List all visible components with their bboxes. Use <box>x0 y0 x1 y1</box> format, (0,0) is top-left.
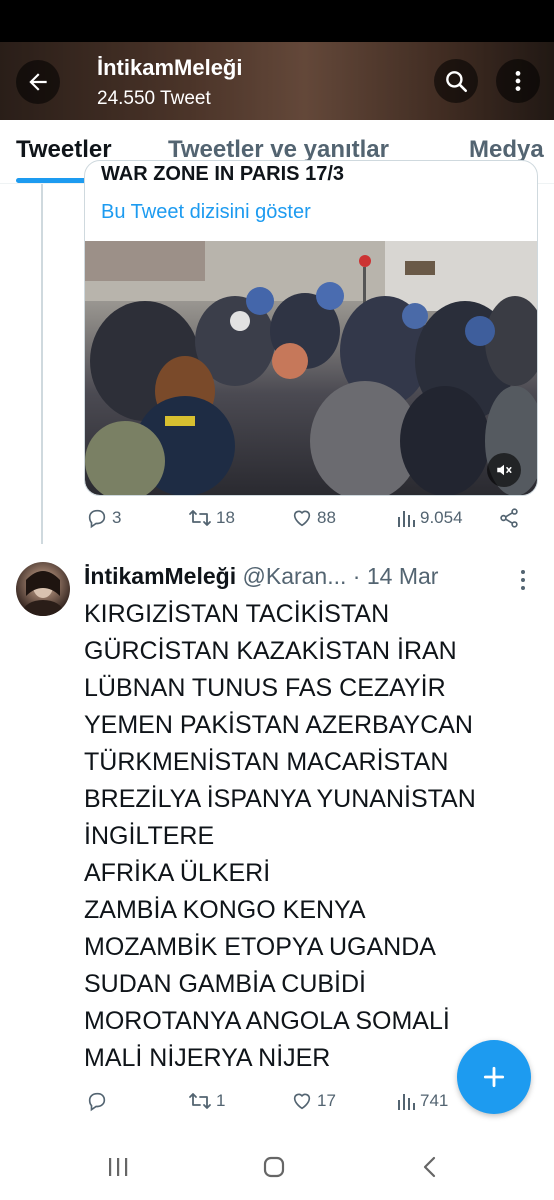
arrow-left-icon <box>29 73 47 91</box>
status-bar <box>0 0 554 42</box>
chevron-left-icon <box>423 1156 436 1178</box>
share-icon <box>500 508 518 528</box>
tweet-count: 24.550 Tweet <box>97 88 211 109</box>
tweet-author-name[interactable]: İntikamMeleği <box>84 563 236 589</box>
plus-icon <box>483 1066 505 1088</box>
tweet-date[interactable]: · 14 Mar <box>353 563 439 589</box>
heart-icon <box>293 1093 311 1110</box>
like-count: 88 <box>317 508 336 527</box>
views-button[interactable]: 741 <box>396 1090 448 1112</box>
more-vertical-icon <box>515 71 521 91</box>
like-count: 17 <box>317 1091 336 1110</box>
like-button[interactable]: 88 <box>291 507 336 529</box>
video-thumbnail <box>85 241 537 495</box>
retweet-button[interactable]: 1 <box>188 1090 225 1112</box>
back-button[interactable] <box>16 60 60 104</box>
retweet-icon <box>189 1093 211 1109</box>
retweet-icon <box>189 510 211 526</box>
tweet-text-line: SUDAN GAMBİA CUBİDİ <box>84 970 366 998</box>
tweet-text-line: ZAMBİA KONGO KENYA <box>84 896 366 924</box>
mute-button[interactable] <box>487 453 521 487</box>
quoted-tweet-text: WAR ZONE IN PARIS 17/3 <box>101 163 345 185</box>
search-icon <box>446 71 468 93</box>
tweet-author-handle[interactable]: @Karan... <box>243 563 347 589</box>
tweet-text-line: İNGİLTERE <box>84 822 215 850</box>
view-count: 9.054 <box>420 508 463 527</box>
avatar-image <box>23 571 63 616</box>
reply-icon <box>88 509 106 529</box>
like-button[interactable]: 17 <box>291 1090 336 1112</box>
tweet-text-line: BREZİLYA İSPANYA YUNANİSTAN <box>84 785 476 813</box>
system-navigation-bar <box>0 1130 554 1200</box>
profile-header: İntikamMeleği 24.550 Tweet <box>0 42 554 120</box>
home-icon <box>263 1156 285 1178</box>
profile-name: İntikamMeleği <box>97 55 243 80</box>
recent-apps-icon <box>109 1158 128 1176</box>
heart-icon <box>293 510 311 527</box>
show-thread-link[interactable]: Bu Tweet dizisini göster <box>101 201 311 224</box>
more-options-button[interactable] <box>496 59 540 103</box>
views-chart-icon <box>398 1094 415 1110</box>
reply-count: 3 <box>112 508 122 527</box>
tweet-text-line: MOROTANYA ANGOLA SOMALİ <box>84 1007 450 1035</box>
compose-tweet-button[interactable] <box>457 1040 531 1114</box>
tweet-text-line: GÜRCİSTAN KAZAKİSTAN İRAN <box>84 637 457 665</box>
retweet-count: 18 <box>216 508 235 527</box>
share-button[interactable] <box>498 507 520 529</box>
thread-connector-line <box>41 184 43 544</box>
tweet-text-line: YEMEN PAKİSTAN AZERBAYCAN <box>84 711 473 739</box>
views-chart-icon <box>398 511 415 527</box>
recent-apps-button[interactable] <box>98 1152 138 1182</box>
retweet-count: 1 <box>216 1091 226 1110</box>
view-count: 741 <box>420 1091 449 1110</box>
reply-button[interactable]: 3 <box>86 507 121 529</box>
tweet-header: İntikamMeleği @Karan... · 14 Mar <box>84 563 438 590</box>
search-button[interactable] <box>434 59 478 103</box>
tweet-text-line: LÜBNAN TUNUS FAS CEZAYİR <box>84 674 446 702</box>
views-button[interactable]: 9.054 <box>396 507 463 529</box>
reply-icon <box>88 1092 106 1112</box>
tweet-text: KIRGIZİSTAN TACİKİSTAN GÜRCİSTAN KAZAKİS… <box>84 596 524 1077</box>
home-button[interactable] <box>254 1152 294 1182</box>
speaker-muted-icon <box>497 464 512 476</box>
more-vertical-icon <box>521 570 525 590</box>
tweet-text-line: AFRİKA ÜLKERİ <box>84 859 271 887</box>
video-player[interactable] <box>85 241 537 495</box>
back-nav-button[interactable] <box>410 1152 450 1182</box>
avatar[interactable] <box>16 562 70 616</box>
tweet-text-line: TÜRKMENİSTAN MACARİSTAN <box>84 748 449 776</box>
tweet-text-line: MOZAMBİK ETOPYA UGANDA <box>84 933 436 961</box>
reply-button[interactable] <box>86 1090 112 1112</box>
quoted-tweet-card[interactable]: WAR ZONE IN PARIS 17/3 Bu Tweet dizisini… <box>84 160 538 496</box>
tweet-text-line: KIRGIZİSTAN TACİKİSTAN <box>84 600 390 628</box>
retweet-button[interactable]: 18 <box>188 507 235 529</box>
tweet-more-button[interactable] <box>518 568 528 599</box>
